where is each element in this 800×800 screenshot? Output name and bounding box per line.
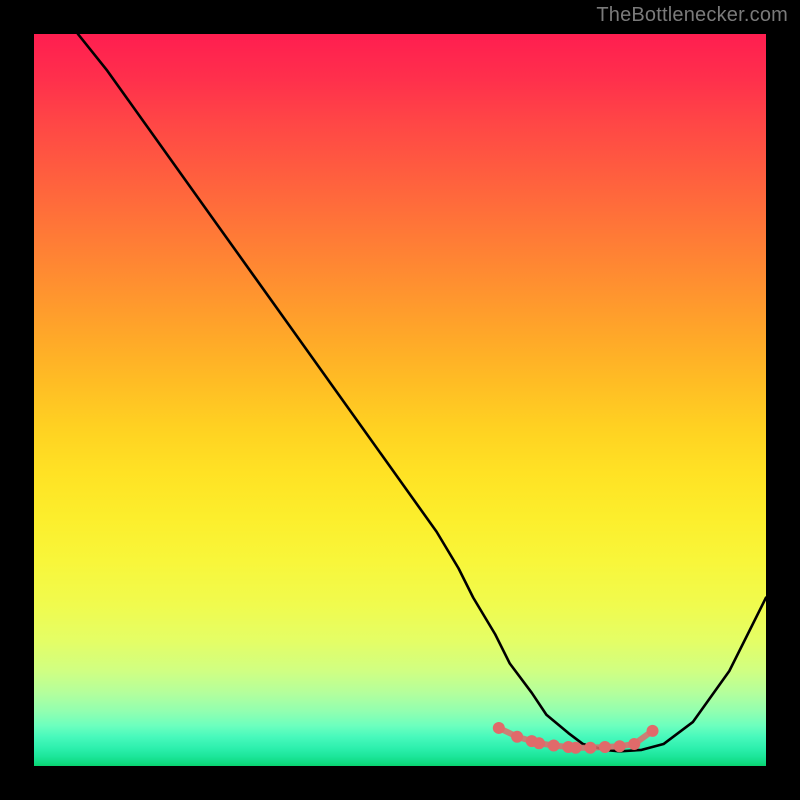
chart-frame: TheBottlenecker.com [0, 0, 800, 800]
marker-dot [548, 740, 560, 752]
marker-dot [493, 722, 505, 734]
chart-svg [34, 34, 766, 766]
plot-area [34, 34, 766, 766]
marker-dot [570, 742, 582, 754]
bottleneck-curve [78, 34, 766, 751]
marker-dot [628, 738, 640, 750]
marker-dot [614, 740, 626, 752]
marker-dot [647, 725, 659, 737]
marker-dot [599, 741, 611, 753]
marker-dot [511, 731, 523, 743]
marker-dot [533, 737, 545, 749]
watermark-text: TheBottlenecker.com [596, 4, 788, 27]
marker-dot [584, 742, 596, 754]
